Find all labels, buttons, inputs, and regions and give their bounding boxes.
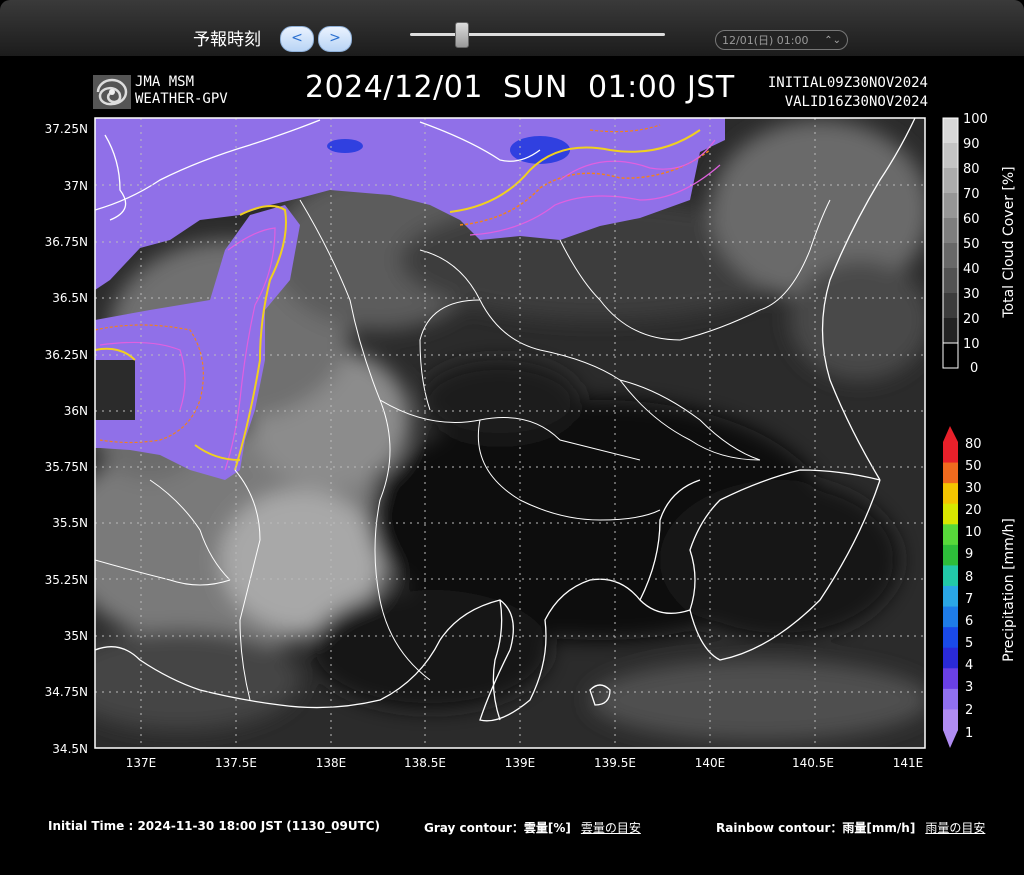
precip-level-label: 3 <box>965 680 973 695</box>
lon-label: 137E <box>126 756 157 770</box>
lon-label: 138.5E <box>404 756 446 770</box>
precip-level-label: 1 <box>965 726 973 741</box>
rain-guide-link[interactable]: 雨量の目安 <box>925 821 985 835</box>
lat-label: 36.25N <box>45 348 88 362</box>
lat-label: 35.25N <box>45 573 88 587</box>
lon-label: 140E <box>695 756 726 770</box>
lon-label: 138E <box>316 756 347 770</box>
longitude-axis: 137E 137.5E 138E 138.5E 139E 139.5E 140E… <box>126 756 924 770</box>
cloud-level-label: 80 <box>963 162 980 177</box>
precip-level-label: 10 <box>965 525 982 540</box>
precip-level-label: 4 <box>965 658 973 673</box>
cloud-legend-title: Total Cloud Cover [%] <box>1001 166 1017 318</box>
cloud-level-label: 40 <box>963 262 980 277</box>
precip-color-swatch <box>943 483 958 505</box>
lat-label: 36.75N <box>45 235 88 249</box>
cloud-level-label: 10 <box>963 337 980 352</box>
lon-label: 137.5E <box>215 756 257 770</box>
lat-label: 37.25N <box>45 122 88 136</box>
lon-label: 139.5E <box>594 756 636 770</box>
lat-label: 36N <box>64 404 88 418</box>
precip-color-swatch <box>943 503 958 525</box>
precip-color-swatch <box>943 544 958 566</box>
cloud-level-label: 50 <box>963 237 980 252</box>
precip-color-swatch <box>943 688 958 710</box>
precip-color-swatch <box>943 647 958 669</box>
precipitation-legend: 80 50 30 20 10 9 8 7 6 5 4 3 2 1 Precipi… <box>943 426 1017 748</box>
precip-level-label: 50 <box>965 459 982 474</box>
lon-label: 139E <box>505 756 536 770</box>
precip-level-label: 20 <box>965 503 982 518</box>
cloud-level-label: 70 <box>963 187 980 202</box>
precip-level-label: 6 <box>965 614 973 629</box>
weather-map-canvas: 37.25N 37N 36.75N 36.5N 36.25N 36N 35.75… <box>45 112 1017 770</box>
precip-color-swatch <box>943 462 958 484</box>
precip-color-swatch <box>943 668 958 690</box>
cloud-level-label: 0 <box>970 361 978 376</box>
lat-label: 35.75N <box>45 460 88 474</box>
lat-label: 37N <box>64 179 88 193</box>
lat-label: 34.5N <box>52 742 88 756</box>
gray-contour-info: Gray contour：雲量[%] 雲量の目安 <box>424 819 641 836</box>
cloud-level-label: 100 <box>963 112 988 127</box>
precip-color-swatch <box>943 606 958 628</box>
precip-level-label: 8 <box>965 570 973 585</box>
rainbow-contour-label: Rainbow contour：雨量[mm/h] <box>716 821 916 835</box>
precip-level-label: 80 <box>965 437 982 452</box>
precip-color-swatch <box>943 524 958 546</box>
precip-color-swatch <box>943 565 958 587</box>
precip-level-label: 7 <box>965 592 973 607</box>
cloud-level-label: 20 <box>963 312 980 327</box>
rainbow-contour-info: Rainbow contour：雨量[mm/h] 雨量の目安 <box>716 819 985 836</box>
lat-label: 34.75N <box>45 685 88 699</box>
gray-contour-label: Gray contour：雲量[%] <box>424 821 571 835</box>
lon-label: 141E <box>893 756 924 770</box>
cloud-level-label: 90 <box>963 137 980 152</box>
cloud-level-label: 30 <box>963 287 980 302</box>
initial-time-text: Initial Time : 2024-11-30 18:00 JST (113… <box>48 819 381 833</box>
lat-label: 35.5N <box>52 516 88 530</box>
precip-level-label: 5 <box>965 636 973 651</box>
precip-level-label: 2 <box>965 703 973 718</box>
lat-label: 35N <box>64 629 88 643</box>
precip-level-label: 9 <box>965 547 973 562</box>
cloud-level-label: 60 <box>963 212 980 227</box>
precip-color-swatch <box>943 709 958 731</box>
latitude-axis: 37.25N 37N 36.75N 36.5N 36.25N 36N 35.75… <box>45 122 88 756</box>
lat-label: 36.5N <box>52 291 88 305</box>
precip-color-swatch <box>943 627 958 649</box>
cloud-cover-legend: 100 90 80 70 60 50 40 30 20 10 0 Total C… <box>942 112 1017 376</box>
precip-level-label: 30 <box>965 481 982 496</box>
cloud-guide-link[interactable]: 雲量の目安 <box>581 821 641 835</box>
precip-color-swatch <box>943 442 958 464</box>
lon-label: 140.5E <box>792 756 834 770</box>
precip-legend-title: Precipitation [mm/h] <box>1001 518 1017 662</box>
precip-color-swatch <box>943 586 958 608</box>
